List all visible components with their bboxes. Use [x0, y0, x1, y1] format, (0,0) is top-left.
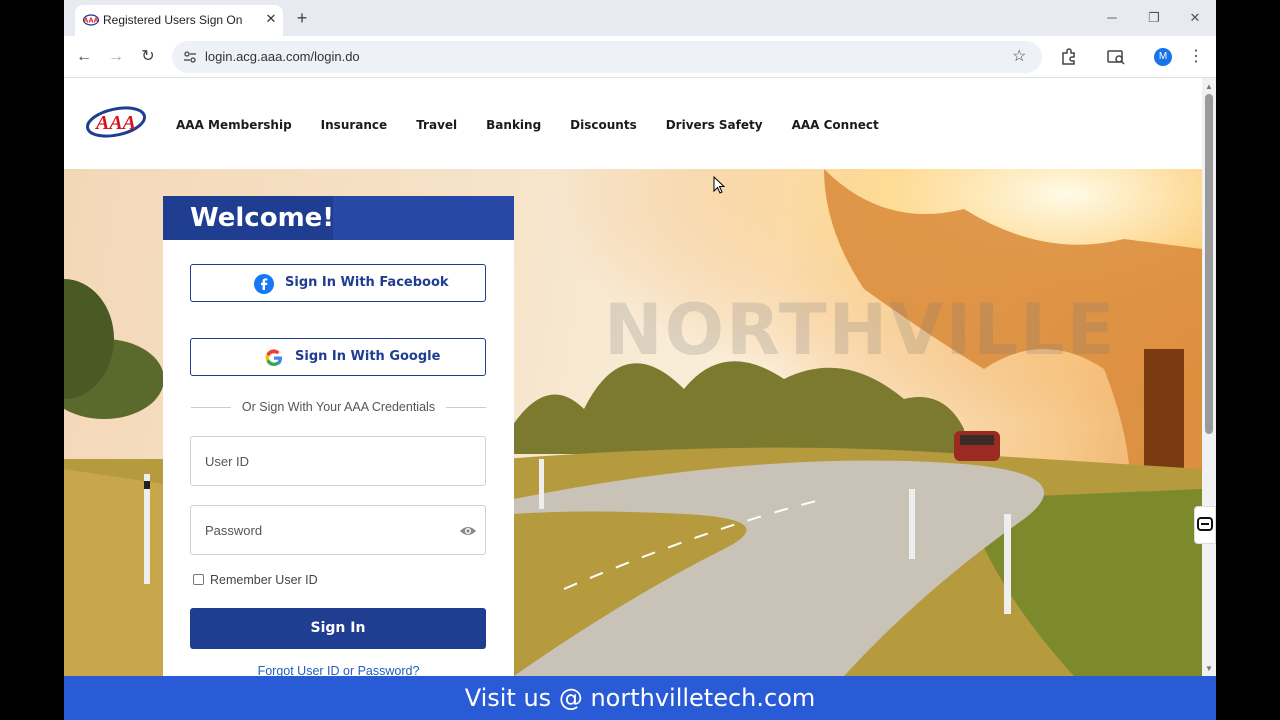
watermark-text: NORTHVILLE [604, 289, 1117, 371]
google-icon [265, 349, 282, 367]
facebook-signin-button[interactable]: Sign In With Facebook [190, 264, 486, 302]
aaa-logo[interactable]: AAA [84, 102, 148, 142]
svg-text:AAA: AAA [94, 112, 136, 134]
card-header: Welcome! [163, 196, 514, 240]
google-signin-label: Sign In With Google [295, 349, 441, 364]
nav-travel[interactable]: Travel [416, 118, 457, 132]
login-card: Welcome! Sign In With Facebook Sign In W… [163, 196, 514, 676]
welcome-heading: Welcome! [190, 203, 335, 233]
nav-aaa-membership[interactable]: AAA Membership [176, 118, 292, 132]
close-tab-icon[interactable]: ✕ [263, 9, 279, 29]
chat-icon [1197, 517, 1213, 531]
site-info-icon[interactable] [182, 49, 198, 65]
facebook-signin-label: Sign In With Facebook [285, 275, 449, 290]
scroll-down-icon[interactable]: ▼ [1205, 664, 1213, 673]
divider-text: Or Sign With Your AAA Credentials [241, 400, 436, 414]
browser-window: AAA Registered Users Sign On ✕ + ─ ❐ ✕ ←… [64, 0, 1216, 720]
svg-text:AAA: AAA [83, 18, 98, 25]
minimize-icon[interactable]: ─ [1100, 8, 1124, 28]
site-header: AAA AAA Membership Insurance Travel Bank… [64, 78, 1202, 169]
nav-banking[interactable]: Banking [486, 118, 541, 132]
page-scrollbar[interactable]: ▲ ▼ [1202, 78, 1216, 676]
aaa-favicon-icon: AAA [83, 14, 99, 26]
new-tab-icon[interactable]: + [292, 6, 312, 30]
scroll-up-icon[interactable]: ▲ [1205, 82, 1213, 91]
browser-tab[interactable]: AAA Registered Users Sign On ✕ [75, 5, 283, 36]
sign-in-button[interactable]: Sign In [190, 608, 486, 649]
tab-strip: AAA Registered Users Sign On ✕ + ─ ❐ ✕ [64, 0, 1216, 36]
card-header-accent [333, 196, 514, 240]
promo-banner: Visit us @ northvilletech.com [64, 676, 1216, 720]
nav-drivers-safety[interactable]: Drivers Safety [666, 118, 763, 132]
google-signin-button[interactable]: Sign In With Google [190, 338, 486, 376]
reload-icon[interactable]: ↻ [137, 46, 159, 68]
user-id-placeholder: User ID [205, 454, 250, 469]
browser-toolbar: ← → ↻ login.acg.aaa.com/login.do ☆ M ⋮ [64, 36, 1216, 78]
nav-discounts[interactable]: Discounts [570, 118, 637, 132]
forward-icon[interactable]: → [105, 46, 127, 68]
extensions-icon[interactable] [1057, 46, 1079, 68]
mouse-cursor-icon [713, 176, 725, 194]
restore-icon[interactable]: ❐ [1142, 8, 1166, 28]
nav-insurance[interactable]: Insurance [321, 118, 388, 132]
password-placeholder: Password [205, 523, 263, 538]
password-field[interactable]: Password [190, 505, 486, 555]
remember-label: Remember User ID [210, 573, 318, 587]
facebook-icon [254, 274, 274, 294]
profile-avatar[interactable]: M [1154, 48, 1172, 66]
main-nav: AAA Membership Insurance Travel Banking … [176, 118, 908, 132]
remember-checkbox[interactable] [193, 574, 204, 585]
web-page: AAA AAA Membership Insurance Travel Bank… [64, 78, 1202, 676]
feedback-side-tab[interactable] [1194, 506, 1216, 544]
tab-title: Registered Users Sign On [103, 13, 243, 27]
nav-aaa-connect[interactable]: AAA Connect [792, 118, 879, 132]
scroll-thumb[interactable] [1205, 94, 1213, 434]
forgot-credentials-link[interactable]: Forgot User ID or Password? [163, 664, 514, 676]
address-bar[interactable]: login.acg.aaa.com/login.do ☆ [172, 41, 1042, 73]
tab-search-icon[interactable] [1105, 46, 1127, 68]
user-id-field[interactable]: User ID [190, 436, 486, 486]
browser-menu-icon[interactable]: ⋮ [1188, 46, 1204, 66]
show-password-eye-icon[interactable] [459, 524, 477, 538]
back-icon[interactable]: ← [73, 46, 95, 68]
url-text: login.acg.aaa.com/login.do [205, 49, 360, 64]
bookmark-star-icon[interactable]: ☆ [1012, 46, 1026, 66]
close-window-icon[interactable]: ✕ [1183, 8, 1207, 28]
